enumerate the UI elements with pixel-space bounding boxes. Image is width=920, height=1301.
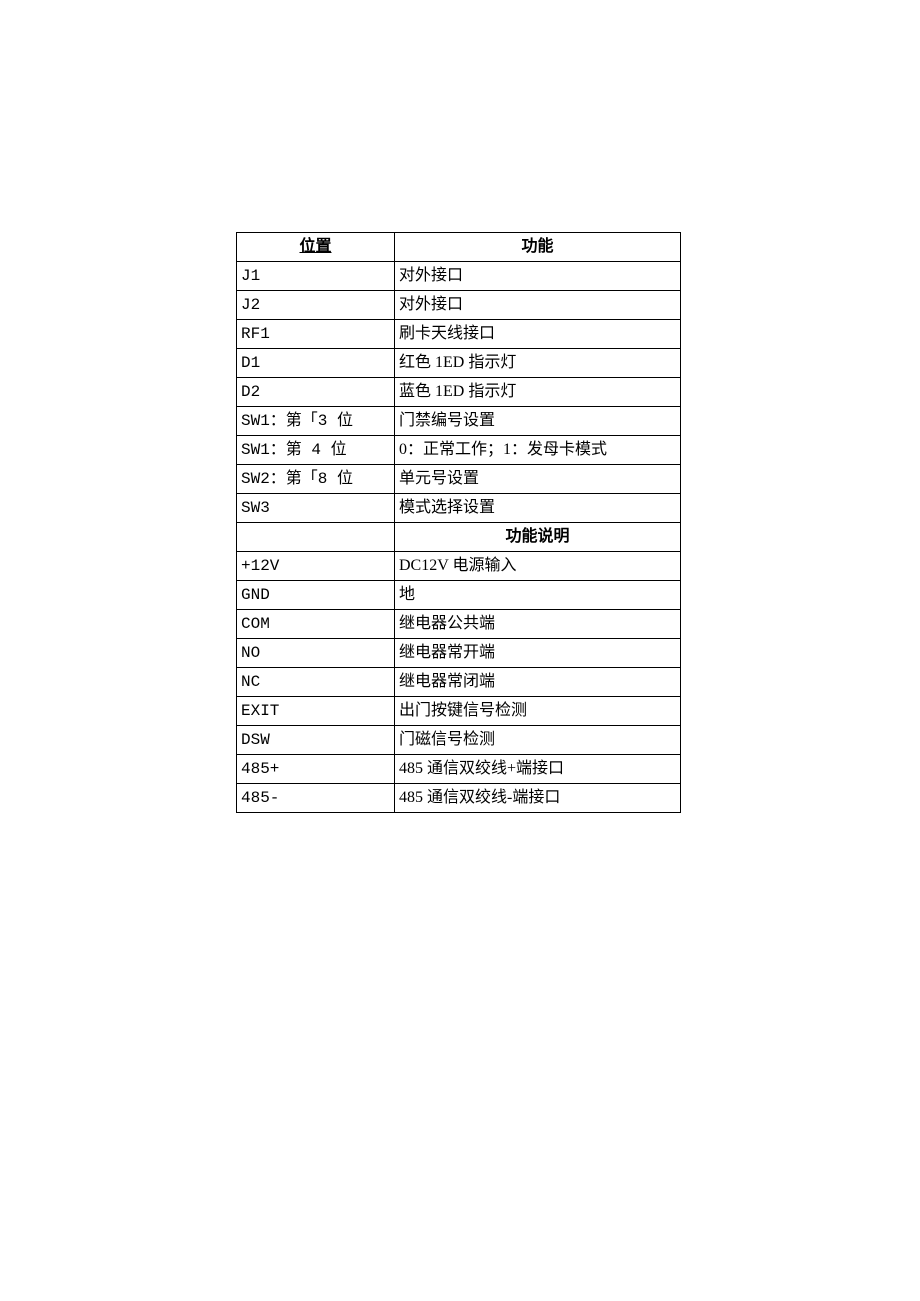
table-row: EXIT出门按键信号检测 [237, 697, 681, 726]
table-row: J2对外接口 [237, 291, 681, 320]
table-cell-position: 485- [237, 784, 395, 813]
table-cell-function: 地 [395, 581, 681, 610]
table-cell-position: GND [237, 581, 395, 610]
table-row: GND地 [237, 581, 681, 610]
table-row: 485+485 通信双绞线+端接口 [237, 755, 681, 784]
table-cell-function: 门磁信号检测 [395, 726, 681, 755]
table-cell-position: COM [237, 610, 395, 639]
table-container: 位置功能J1对外接口J2对外接口RF1刷卡天线接口D1红色 1ED 指示灯D2蓝… [236, 232, 680, 813]
table-cell-position: J2 [237, 291, 395, 320]
table-cell-function: 出门按键信号检测 [395, 697, 681, 726]
table-cell-function: DC12V 电源输入 [395, 552, 681, 581]
table-cell-function: 对外接口 [395, 291, 681, 320]
table-cell-position: NC [237, 668, 395, 697]
table-cell-position: D1 [237, 349, 395, 378]
table-cell-position: 485+ [237, 755, 395, 784]
table-row: RF1刷卡天线接口 [237, 320, 681, 349]
table-header-row: 位置 功能 [237, 233, 681, 262]
table-cell-position: D2 [237, 378, 395, 407]
table-row: SW3模式选择设置 [237, 494, 681, 523]
table-cell-function: 对外接口 [395, 262, 681, 291]
table-header-cell: 功能 [395, 233, 681, 262]
table-row: SW1：第「3 位门禁编号设置 [237, 407, 681, 436]
table-cell-position: J1 [237, 262, 395, 291]
table-cell-position: EXIT [237, 697, 395, 726]
table-header-row: 功能说明 [237, 523, 681, 552]
table-header-cell: 功能说明 [395, 523, 681, 552]
table-cell-function: 485 通信双绞线+端接口 [395, 755, 681, 784]
table-row: 485-485 通信双绞线-端接口 [237, 784, 681, 813]
table-cell-function: 继电器常闭端 [395, 668, 681, 697]
table-cell-function: 继电器常开端 [395, 639, 681, 668]
table-cell-position: SW2：第「8 位 [237, 465, 395, 494]
table-cell-function: 门禁编号设置 [395, 407, 681, 436]
table-row: J1对外接口 [237, 262, 681, 291]
table-row: SW1：第 4 位0：正常工作；1：发母卡模式 [237, 436, 681, 465]
table-row: D1红色 1ED 指示灯 [237, 349, 681, 378]
table-row: DSW门磁信号检测 [237, 726, 681, 755]
table-row: NC继电器常闭端 [237, 668, 681, 697]
table-row: COM继电器公共端 [237, 610, 681, 639]
table-row: NO继电器常开端 [237, 639, 681, 668]
table-cell-function: 485 通信双绞线-端接口 [395, 784, 681, 813]
table-header-cell: 位置 [237, 233, 395, 262]
page: 位置功能J1对外接口J2对外接口RF1刷卡天线接口D1红色 1ED 指示灯D2蓝… [0, 0, 920, 1301]
table-cell-function: 单元号设置 [395, 465, 681, 494]
spec-table: 位置功能J1对外接口J2对外接口RF1刷卡天线接口D1红色 1ED 指示灯D2蓝… [236, 232, 681, 813]
table-header-cell [237, 523, 395, 552]
header-text: 位置 [299, 238, 331, 255]
table-cell-function: 蓝色 1ED 指示灯 [395, 378, 681, 407]
table-row: +12VDC12V 电源输入 [237, 552, 681, 581]
table-cell-function: 0：正常工作；1：发母卡模式 [395, 436, 681, 465]
table-cell-position: SW3 [237, 494, 395, 523]
table-cell-position: SW1：第 4 位 [237, 436, 395, 465]
table-cell-position: +12V [237, 552, 395, 581]
table-cell-function: 模式选择设置 [395, 494, 681, 523]
table-row: SW2：第「8 位单元号设置 [237, 465, 681, 494]
table-cell-function: 刷卡天线接口 [395, 320, 681, 349]
table-cell-position: RF1 [237, 320, 395, 349]
table-cell-function: 红色 1ED 指示灯 [395, 349, 681, 378]
table-row: D2蓝色 1ED 指示灯 [237, 378, 681, 407]
table-cell-position: DSW [237, 726, 395, 755]
table-cell-function: 继电器公共端 [395, 610, 681, 639]
table-cell-position: SW1：第「3 位 [237, 407, 395, 436]
table-cell-position: NO [237, 639, 395, 668]
